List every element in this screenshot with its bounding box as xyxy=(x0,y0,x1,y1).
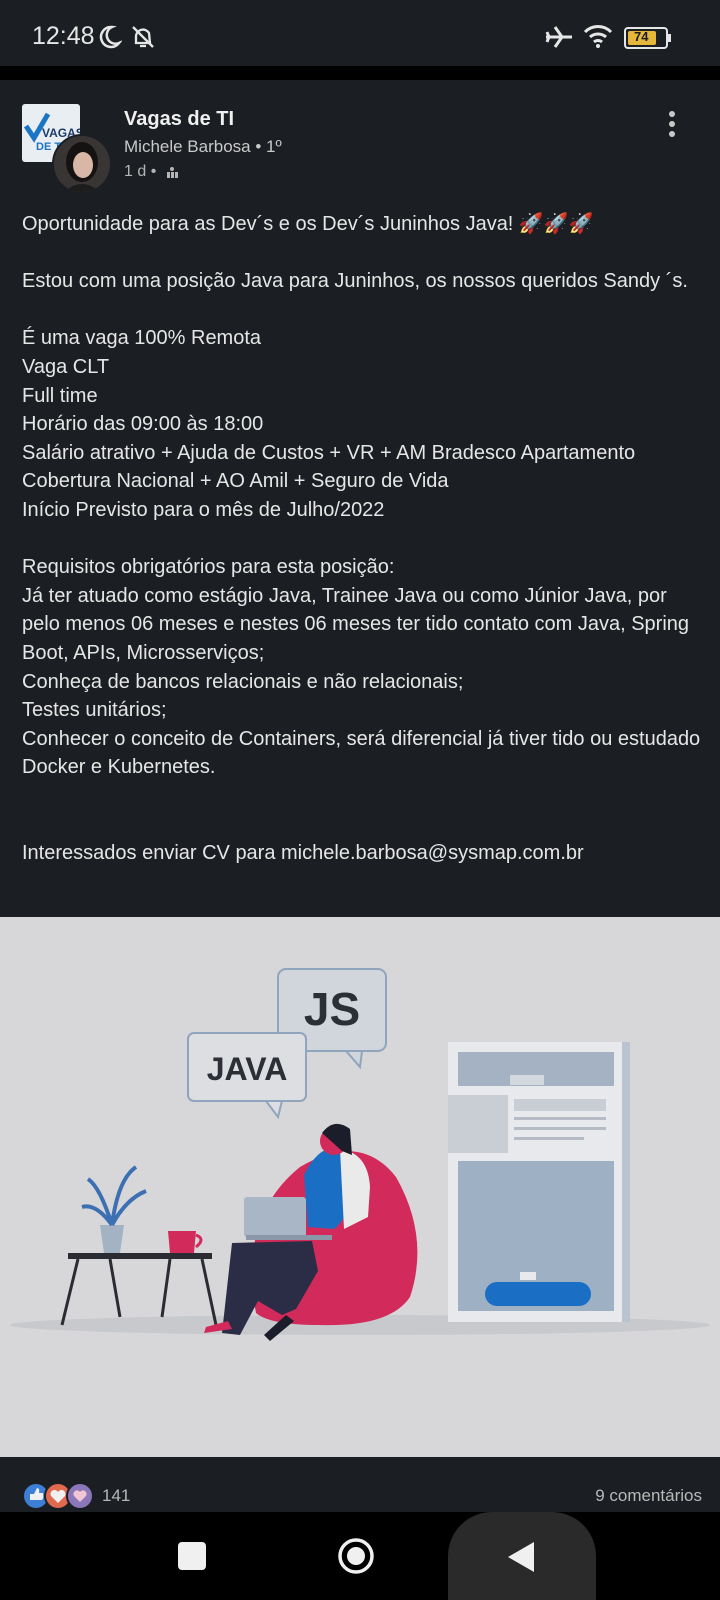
post-line: Requisitos obrigatórios para esta posiçã… xyxy=(22,556,395,579)
post-line: Oportunidade para as Dev´s e os Dev´s Ju… xyxy=(22,213,594,235)
back-icon[interactable] xyxy=(506,1540,536,1574)
wifi-icon xyxy=(583,25,613,48)
java-bubble-text: JAVA xyxy=(207,1051,288,1087)
reactions-count[interactable]: 141 xyxy=(102,1486,130,1506)
navigation-bar xyxy=(0,1512,720,1600)
battery-level: 74 xyxy=(634,29,649,44)
post-line: Já ter atuado como estágio Java, Trainee… xyxy=(22,584,690,664)
recents-button[interactable] xyxy=(178,1542,206,1570)
post-line: Conhecer o conceito de Containers, será … xyxy=(22,727,701,779)
battery-icon: 74 xyxy=(624,27,671,49)
js-bubble-text: JS xyxy=(304,983,360,1035)
bell-off-icon xyxy=(132,26,154,48)
author-name[interactable]: Michele Barbosa • 1º xyxy=(124,137,282,157)
post-line: Estou com uma posição Java para Juninhos… xyxy=(22,270,688,293)
status-bar: 12:48 74 xyxy=(0,0,720,66)
post-time-text: 1 d • xyxy=(124,163,157,180)
reactions-icon[interactable] xyxy=(22,1480,96,1512)
airplane-icon xyxy=(545,26,572,48)
visibility-icon xyxy=(166,166,178,178)
post-line: Horário das 09:00 às 18:00 xyxy=(22,413,264,436)
post-line: Salário atrativo + Ajuda de Custos + VR … xyxy=(22,441,636,493)
comments-count[interactable]: 9 comentários xyxy=(595,1486,702,1506)
post-body: Oportunidade para as Dev´s e os Dev´s Ju… xyxy=(22,210,702,868)
post-line: Vaga CLT xyxy=(22,355,110,378)
top-divider xyxy=(0,66,720,80)
post-line: Conheça de bancos relacionais e não rela… xyxy=(22,670,464,693)
post-line: Início Previsto para o mês de Julho/2022 xyxy=(22,498,385,521)
status-time: 12:48 xyxy=(32,22,95,50)
contact-line[interactable]: Interessados enviar CV para michele.barb… xyxy=(22,839,702,868)
group-name[interactable]: Vagas de TI xyxy=(124,108,234,131)
post-time: 1 d • xyxy=(124,163,179,181)
avatar[interactable] xyxy=(52,134,112,194)
post-image[interactable]: JS JAVA xyxy=(0,917,720,1457)
post-line: É uma vaga 100% Remota xyxy=(22,327,262,350)
home-button[interactable] xyxy=(336,1536,376,1576)
moon-icon xyxy=(99,25,122,49)
back-button-area[interactable] xyxy=(448,1512,596,1600)
post-line: Full time xyxy=(22,384,98,407)
reactions-bar[interactable]: 141 9 comentários xyxy=(22,1480,702,1516)
post-line: Testes unitários; xyxy=(22,699,167,722)
more-options-icon[interactable] xyxy=(664,110,680,140)
